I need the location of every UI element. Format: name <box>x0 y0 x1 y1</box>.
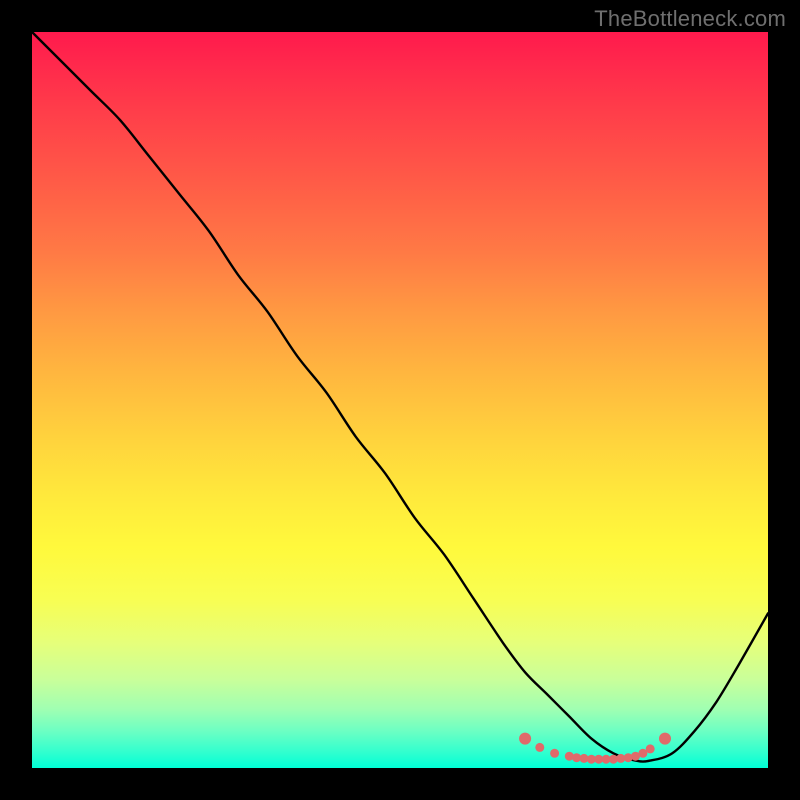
chart-frame: TheBottleneck.com <box>0 0 800 800</box>
bottleneck-curve <box>32 32 768 762</box>
highlight-dot <box>646 744 655 753</box>
highlight-dot <box>550 749 559 758</box>
highlight-dot-group <box>519 733 671 764</box>
watermark-text: TheBottleneck.com <box>594 6 786 32</box>
highlight-dot <box>659 733 671 745</box>
curve-layer <box>32 32 768 768</box>
highlight-dot <box>519 733 531 745</box>
plot-area <box>32 32 768 768</box>
highlight-dot <box>535 743 544 752</box>
